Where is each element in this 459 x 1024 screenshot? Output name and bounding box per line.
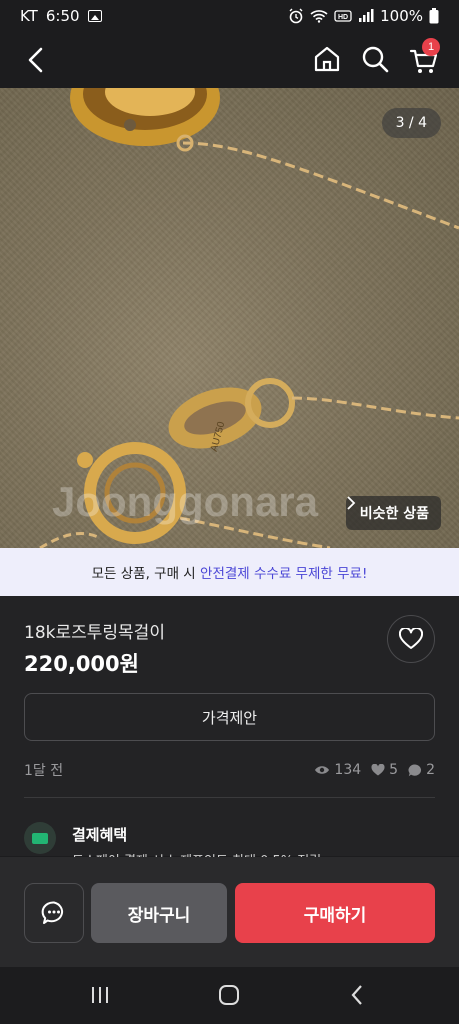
watermark-text: Joonggonara xyxy=(52,478,319,525)
home-icon[interactable] xyxy=(312,44,342,74)
likes-stat: 5 xyxy=(371,762,398,778)
battery-icon xyxy=(429,8,439,24)
chevron-right-icon xyxy=(347,496,355,510)
product-price: 220,000원 xyxy=(24,652,139,676)
bottom-action-bar: 장바구니 구매하기 xyxy=(0,857,459,967)
clock: 6:50 xyxy=(45,7,80,25)
svg-text:HD: HD xyxy=(338,14,348,21)
heart-filled-icon xyxy=(371,764,385,776)
search-icon[interactable] xyxy=(360,44,390,74)
chat-bubble-icon xyxy=(408,763,422,776)
system-navigation-bar xyxy=(0,967,459,1024)
hd-voice-icon: HD xyxy=(334,10,352,22)
product-photo-carousel[interactable]: AU750 Joonggonara 3 / 4 비슷한 상품 xyxy=(0,88,459,548)
top-app-bar xyxy=(0,32,459,88)
promo-highlight: 안전결제 수수료 무제한 무료! xyxy=(200,566,368,582)
status-bar: KT 6:50 HD 100% xyxy=(0,0,459,32)
battery-percent: 100% xyxy=(380,7,423,25)
posted-time: 1달 전 xyxy=(24,763,64,779)
buy-now-button[interactable]: 구매하기 xyxy=(235,883,435,943)
alarm-icon xyxy=(289,8,303,24)
chats-count: 2 xyxy=(426,762,435,778)
product-title: 18k로즈투링목걸이 xyxy=(24,623,165,643)
gallery-notification-icon xyxy=(87,10,102,22)
promo-prefix: 모든 상품, 구매 시 xyxy=(91,566,201,582)
carrier-label: KT xyxy=(20,7,38,25)
likes-count: 5 xyxy=(389,762,399,778)
cart-count-badge: 1 xyxy=(422,38,440,56)
back-nav-icon[interactable] xyxy=(346,983,370,1007)
recent-apps-icon[interactable] xyxy=(88,983,112,1007)
payment-benefit-title: 결제혜택 xyxy=(72,826,128,844)
views-count: 134 xyxy=(334,762,362,778)
product-info-section: 18k로즈투링목걸이 220,000원 가격제안 1달 전 134 5 2 결제… xyxy=(0,596,459,858)
add-to-cart-button[interactable]: 장바구니 xyxy=(91,883,227,943)
back-arrow-icon[interactable] xyxy=(20,44,52,76)
views-stat: 134 xyxy=(314,762,361,778)
similar-products-label: 비슷한 상품 xyxy=(359,506,429,522)
chat-icon xyxy=(41,901,64,924)
eye-icon xyxy=(315,766,330,774)
payment-benefit-icon xyxy=(24,822,56,854)
safe-payment-promo-banner[interactable]: 모든 상품, 구매 시 안전결제 수수료 무제한 무료! xyxy=(0,548,459,596)
page-indicator: 3 / 4 xyxy=(381,108,441,138)
similar-products-button[interactable]: 비슷한 상품 xyxy=(345,496,441,530)
chats-stat: 2 xyxy=(408,762,435,778)
wishlist-button[interactable] xyxy=(387,615,435,663)
heart-icon xyxy=(399,628,423,649)
product-stats: 134 5 2 xyxy=(314,762,435,778)
section-divider xyxy=(24,797,435,798)
product-meta-row: 1달 전 134 5 2 xyxy=(24,760,435,780)
chat-button[interactable] xyxy=(24,883,84,943)
wifi-icon xyxy=(310,10,328,23)
signal-icon xyxy=(359,9,374,22)
price-offer-button[interactable]: 가격제안 xyxy=(24,693,435,741)
home-nav-icon[interactable] xyxy=(217,983,241,1007)
